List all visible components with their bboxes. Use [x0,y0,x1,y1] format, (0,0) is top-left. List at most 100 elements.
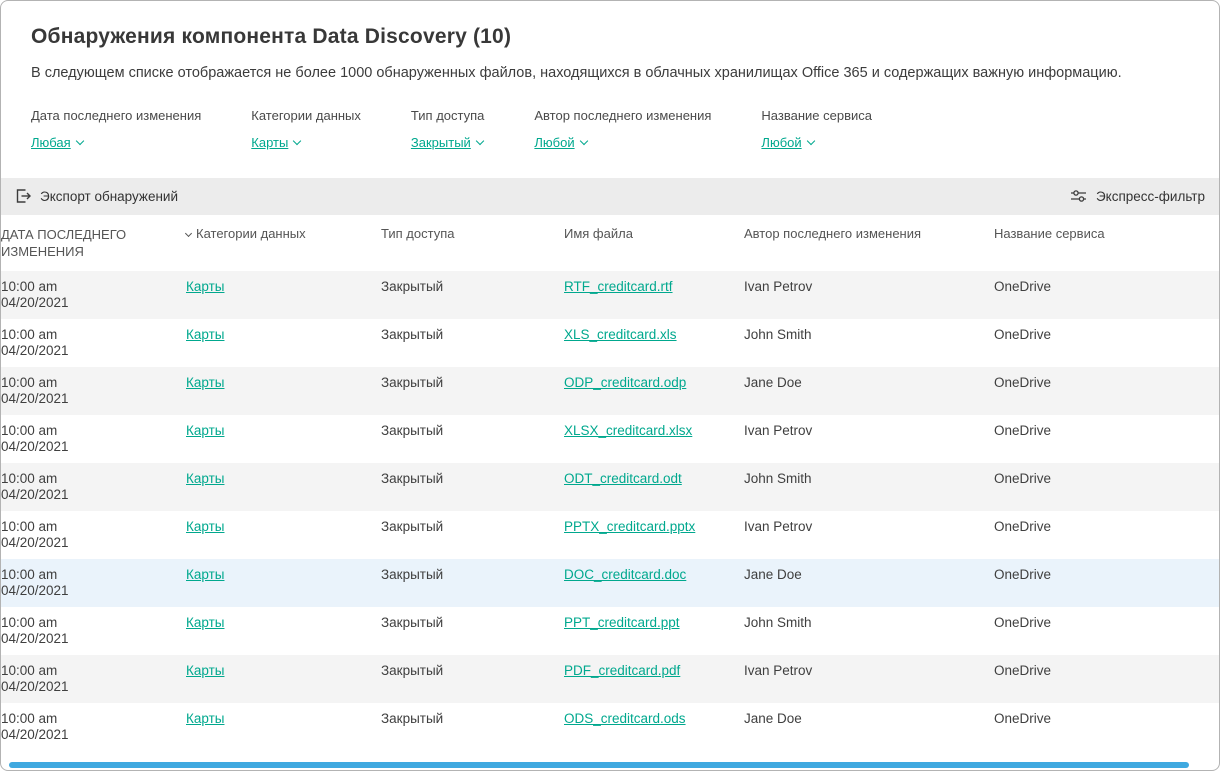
cell-category: Карты [186,511,381,559]
horizontal-scrollbar-thumb[interactable] [9,762,1189,768]
chevron-down-icon [476,137,484,145]
file-name-link[interactable]: XLS_creditcard.xls [564,327,677,342]
cell-date-time: 10:00 am [1,279,176,295]
cell-file-name: XLSX_creditcard.xlsx [564,415,744,463]
quick-filter-label: Экспресс-фильтр [1096,189,1205,204]
cell-access-type: Закрытый [381,319,564,367]
cell-date-day: 04/20/2021 [1,343,176,359]
chevron-down-icon [806,137,814,145]
cell-category: Карты [186,607,381,655]
cell-author: Jane Doe [744,367,994,415]
quick-filter-button[interactable]: Экспресс-фильтр [1070,188,1205,204]
file-name-link[interactable]: XLSX_creditcard.xlsx [564,423,692,438]
category-link[interactable]: Карты [186,615,224,630]
category-link[interactable]: Карты [186,711,224,726]
file-name-link[interactable]: DOC_creditcard.doc [564,567,686,582]
column-header-category-label: Категории данных [196,226,306,241]
cell-file-name: ODS_creditcard.ods [564,703,744,751]
table-row: 10:00 am 04/20/2021 Карты Закрытый ODP_c… [1,367,1219,415]
file-name-link[interactable]: RTF_creditcard.rtf [564,279,673,294]
cell-author: Ivan Petrov [744,271,994,319]
cell-category: Карты [186,463,381,511]
cell-file-name: PDF_creditcard.pdf [564,655,744,703]
chevron-down-icon [579,137,587,145]
table-row: 10:00 am 04/20/2021 Карты Закрытый ODS_c… [1,703,1219,751]
column-header-file-name[interactable]: Имя файла [564,215,744,271]
cell-category: Карты [186,271,381,319]
cell-service: OneDrive [994,559,1219,607]
filter-group: Тип доступа Закрытый [411,108,484,152]
cell-date-time: 10:00 am [1,519,176,535]
cell-access-type: Закрытый [381,367,564,415]
category-link[interactable]: Карты [186,423,224,438]
cell-access-type: Закрытый [381,607,564,655]
cell-service: OneDrive [994,415,1219,463]
export-icon [15,188,31,204]
cell-date: 10:00 am 04/20/2021 [1,463,186,511]
cell-date: 10:00 am 04/20/2021 [1,559,186,607]
cell-category: Карты [186,367,381,415]
file-name-link[interactable]: ODT_creditcard.odt [564,471,682,486]
cell-date-time: 10:00 am [1,375,176,391]
filter-value-dropdown[interactable]: Карты [251,135,300,150]
cell-author: John Smith [744,463,994,511]
column-header-service[interactable]: Название сервиса [994,215,1219,271]
column-header-author[interactable]: Автор последнего изменения [744,215,994,271]
category-link[interactable]: Карты [186,375,224,390]
cell-access-type: Закрытый [381,511,564,559]
cell-date: 10:00 am 04/20/2021 [1,703,186,751]
cell-file-name: ODP_creditcard.odp [564,367,744,415]
cell-date-day: 04/20/2021 [1,631,176,647]
file-name-link[interactable]: ODS_creditcard.ods [564,711,686,726]
cell-date-day: 04/20/2021 [1,679,176,695]
file-name-link[interactable]: PDF_creditcard.pdf [564,663,680,678]
cell-service: OneDrive [994,703,1219,751]
file-name-link[interactable]: PPTX_creditcard.pptx [564,519,695,534]
filter-value-dropdown[interactable]: Любой [534,135,586,150]
column-header-date[interactable]: ДАТА ПОСЛЕДНЕГО ИЗМЕНЕНИЯ [1,215,186,271]
table-header-row: ДАТА ПОСЛЕДНЕГО ИЗМЕНЕНИЯ Категории данн… [1,215,1219,271]
page-description: В следующем списке отображается не более… [31,63,1171,84]
export-detections-button[interactable]: Экспорт обнаружений [15,188,178,204]
column-header-access-type[interactable]: Тип доступа [381,215,564,271]
category-link[interactable]: Карты [186,519,224,534]
cell-author: Jane Doe [744,559,994,607]
cell-file-name: DOC_creditcard.doc [564,559,744,607]
cell-date-day: 04/20/2021 [1,487,176,503]
file-name-link[interactable]: ODP_creditcard.odp [564,375,686,390]
filter-label: Название сервиса [761,108,872,123]
category-link[interactable]: Карты [186,567,224,582]
cell-access-type: Закрытый [381,559,564,607]
cell-date-time: 10:00 am [1,615,176,631]
cell-category: Карты [186,655,381,703]
sliders-icon [1070,188,1087,204]
filter-label: Категории данных [251,108,361,123]
file-name-link[interactable]: PPT_creditcard.ppt [564,615,680,630]
category-link[interactable]: Карты [186,279,224,294]
cell-date-day: 04/20/2021 [1,535,176,551]
filter-group: Дата последнего изменения Любая [31,108,201,152]
cell-date: 10:00 am 04/20/2021 [1,271,186,319]
filter-value-dropdown[interactable]: Любой [761,135,813,150]
filter-value-dropdown[interactable]: Любая [31,135,83,150]
cell-date-day: 04/20/2021 [1,583,176,599]
cell-date-day: 04/20/2021 [1,439,176,455]
detections-table: ДАТА ПОСЛЕДНЕГО ИЗМЕНЕНИЯ Категории данн… [1,215,1219,751]
filter-group: Автор последнего изменения Любой [534,108,711,152]
cell-category: Карты [186,559,381,607]
filter-value-dropdown[interactable]: Закрытый [411,135,483,150]
category-link[interactable]: Карты [186,663,224,678]
cell-date-time: 10:00 am [1,327,176,343]
cell-date: 10:00 am 04/20/2021 [1,655,186,703]
cell-author: John Smith [744,607,994,655]
table-row: 10:00 am 04/20/2021 Карты Закрытый PPT_c… [1,607,1219,655]
column-header-category[interactable]: Категории данных [186,215,381,271]
cell-service: OneDrive [994,463,1219,511]
filter-bar: Дата последнего изменения Любая Категори… [31,108,1189,152]
cell-file-name: PPTX_creditcard.pptx [564,511,744,559]
category-link[interactable]: Карты [186,471,224,486]
category-link[interactable]: Карты [186,327,224,342]
cell-date-time: 10:00 am [1,471,176,487]
cell-service: OneDrive [994,511,1219,559]
cell-date-time: 10:00 am [1,567,176,583]
